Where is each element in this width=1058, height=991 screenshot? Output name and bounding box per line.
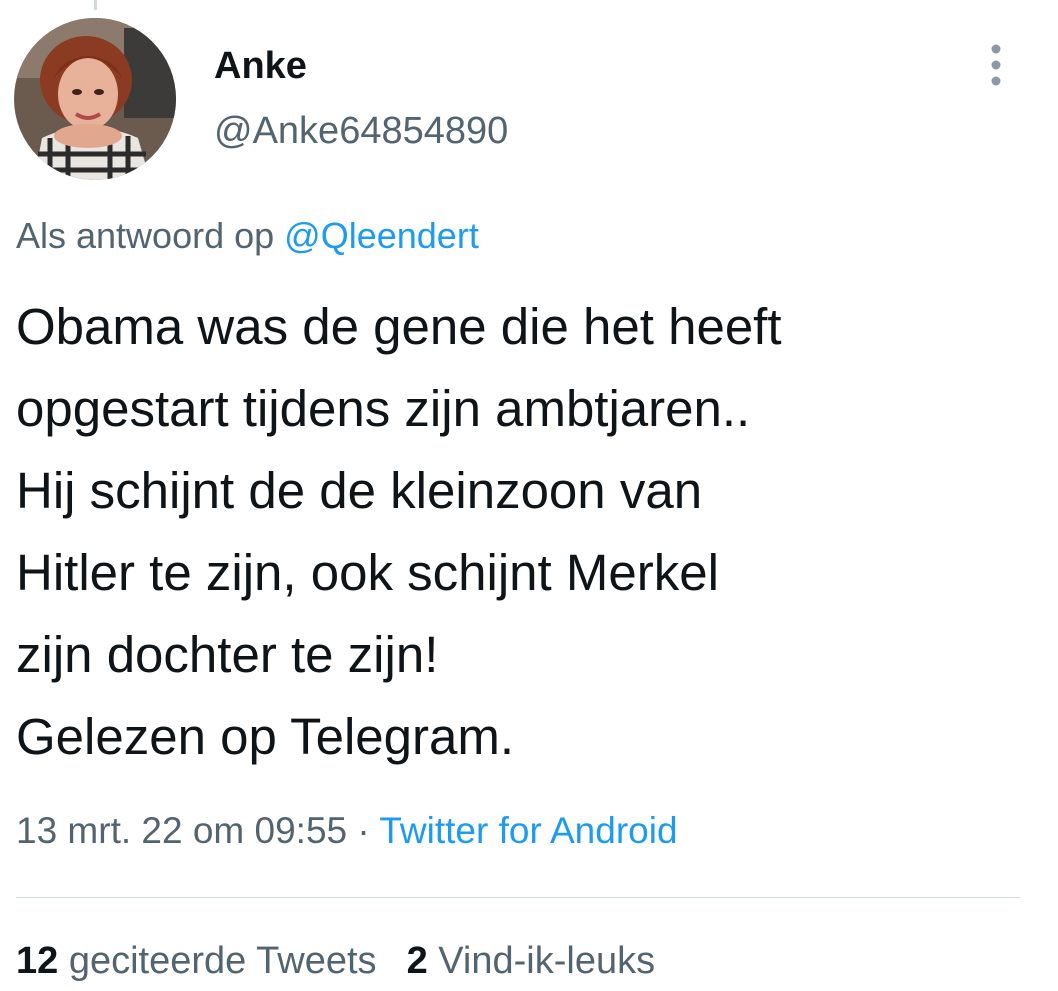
author-display-name[interactable]: Anke [214,45,307,88]
avatar-photo [14,18,176,180]
more-vertical-icon [991,44,1001,86]
like-label: Vind-ik-leuks [438,940,656,982]
quote-label: geciteerde Tweets [68,940,377,982]
reply-context: Als antwoord op @Qleendert [16,215,479,257]
divider [16,897,1020,898]
avatar[interactable] [14,18,176,180]
author-handle[interactable]: @Anke64854890 [214,110,508,153]
reply-mention-link[interactable]: @Qleendert [284,215,479,256]
tweet-source-link[interactable]: Twitter for Android [379,810,677,851]
meta-separator: · [347,810,380,851]
like-count: 2 [406,940,428,982]
quote-count: 12 [16,940,59,982]
quote-tweets-stat[interactable]: 12 geciteerde Tweets [16,940,377,982]
tweet-meta: 13 mrt. 22 om 09:55 · Twitter for Androi… [16,810,678,852]
likes-stat[interactable]: 2 Vind-ik-leuks [407,940,656,982]
tweet-timestamp[interactable]: 13 mrt. 22 om 09:55 [16,810,347,851]
tweet-text: Obama was de gene die het heeft opgestar… [16,298,782,765]
more-options-button[interactable] [976,40,1016,90]
reply-context-prefix: Als antwoord op [16,215,275,256]
thread-connector-line [94,0,97,10]
tweet-stats: 12 geciteerde Tweets 2 Vind-ik-leuks [16,940,655,983]
